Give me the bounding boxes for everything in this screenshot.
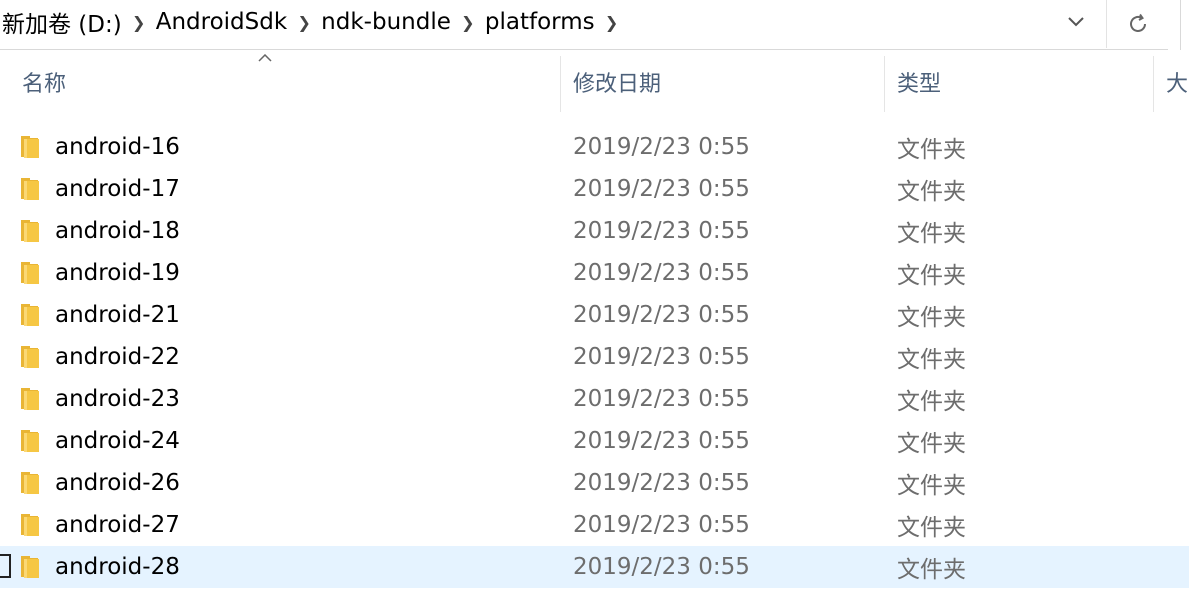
file-name[interactable]: android-16 [55,126,180,168]
file-date: 2019/2/23 0:55 [573,386,750,412]
column-divider[interactable] [884,56,885,112]
file-type: 文件夹 [897,137,966,163]
folder-icon [21,304,39,326]
file-type: 文件夹 [897,347,966,373]
file-date: 2019/2/23 0:55 [573,428,750,454]
folder-icon [21,178,39,200]
file-name[interactable]: android-27 [55,504,180,546]
column-headers: 名称 修改日期 类型 大 [0,52,1189,112]
address-history-button[interactable] [1048,0,1104,44]
row-checkbox[interactable] [0,554,11,578]
file-name[interactable]: android-23 [55,378,180,420]
folder-icon [21,220,39,242]
refresh-button[interactable] [1106,0,1168,48]
file-name[interactable]: android-21 [55,294,180,336]
file-name[interactable]: android-17 [55,168,180,210]
file-row[interactable]: android-19 2019/2/23 0:55 文件夹 [0,252,1189,294]
column-divider[interactable] [1153,56,1154,112]
file-row[interactable]: android-17 2019/2/23 0:55 文件夹 [0,168,1189,210]
search-box-edge[interactable] [1180,0,1189,50]
breadcrumb: 新加卷 (D:) ❯ AndroidSdk ❯ ndk-bundle ❯ pla… [0,0,627,44]
file-date: 2019/2/23 0:55 [573,218,750,244]
file-name[interactable]: android-18 [55,210,180,252]
file-date: 2019/2/23 0:55 [573,134,750,160]
chevron-right-icon[interactable]: ❯ [124,13,154,32]
file-name[interactable]: android-22 [55,336,180,378]
column-header-date[interactable]: 修改日期 [573,52,883,112]
file-type: 文件夹 [897,515,966,541]
file-date: 2019/2/23 0:55 [573,260,750,286]
file-date: 2019/2/23 0:55 [573,554,750,580]
column-header-size[interactable]: 大 [1166,52,1189,112]
refresh-icon [1129,13,1146,32]
file-row[interactable]: android-18 2019/2/23 0:55 文件夹 [0,210,1189,252]
folder-icon [21,472,39,494]
file-date: 2019/2/23 0:55 [573,470,750,496]
file-type: 文件夹 [897,431,966,457]
folder-icon [21,346,39,368]
column-divider[interactable] [560,56,561,112]
file-row[interactable]: android-28 2019/2/23 0:55 文件夹 [0,546,1189,588]
file-name[interactable]: android-24 [55,420,180,462]
file-type: 文件夹 [897,305,966,331]
file-row[interactable]: android-27 2019/2/23 0:55 文件夹 [0,504,1189,546]
file-type: 文件夹 [897,221,966,247]
folder-icon [21,388,39,410]
file-name[interactable]: android-26 [55,462,180,504]
file-row[interactable]: android-21 2019/2/23 0:55 文件夹 [0,294,1189,336]
file-row[interactable]: android-23 2019/2/23 0:55 文件夹 [0,378,1189,420]
chevron-right-icon[interactable]: ❯ [453,13,483,32]
file-row[interactable]: android-26 2019/2/23 0:55 文件夹 [0,462,1189,504]
breadcrumb-item-platforms[interactable]: platforms [483,9,597,35]
address-bar[interactable]: 新加卷 (D:) ❯ AndroidSdk ❯ ndk-bundle ❯ pla… [0,0,1168,50]
folder-icon [21,136,39,158]
chevron-down-icon [1068,17,1084,27]
column-header-type[interactable]: 类型 [897,52,1152,112]
folder-icon [21,430,39,452]
file-row[interactable]: android-22 2019/2/23 0:55 文件夹 [0,336,1189,378]
file-type: 文件夹 [897,557,966,583]
chevron-right-icon[interactable]: ❯ [597,13,627,32]
file-type: 文件夹 [897,179,966,205]
folder-icon [21,556,39,578]
file-type: 文件夹 [897,389,966,415]
file-date: 2019/2/23 0:55 [573,176,750,202]
file-row[interactable]: android-16 2019/2/23 0:55 文件夹 [0,126,1189,168]
folder-icon [21,514,39,536]
file-row[interactable]: android-24 2019/2/23 0:55 文件夹 [0,420,1189,462]
breadcrumb-item-drive[interactable]: 新加卷 (D:) [0,5,124,39]
breadcrumb-item-ndk-bundle[interactable]: ndk-bundle [319,9,453,35]
file-type: 文件夹 [897,473,966,499]
column-header-name[interactable]: 名称 [22,52,560,112]
breadcrumb-item-androidsdk[interactable]: AndroidSdk [154,9,289,35]
file-type: 文件夹 [897,263,966,289]
file-name[interactable]: android-28 [55,546,180,588]
file-list: android-16 2019/2/23 0:55 文件夹 android-17 201… [0,126,1189,588]
chevron-right-icon[interactable]: ❯ [289,13,319,32]
file-date: 2019/2/23 0:55 [573,302,750,328]
file-date: 2019/2/23 0:55 [573,512,750,538]
file-name[interactable]: android-19 [55,252,180,294]
file-date: 2019/2/23 0:55 [573,344,750,370]
folder-icon [21,262,39,284]
